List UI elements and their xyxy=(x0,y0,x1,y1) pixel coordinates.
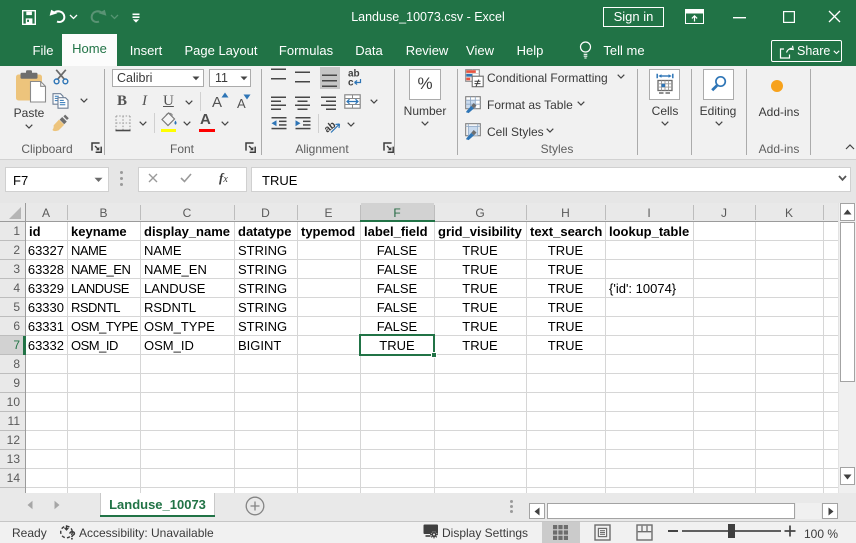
svg-text:c: c xyxy=(348,78,354,88)
svg-text:?: ? xyxy=(69,529,76,542)
